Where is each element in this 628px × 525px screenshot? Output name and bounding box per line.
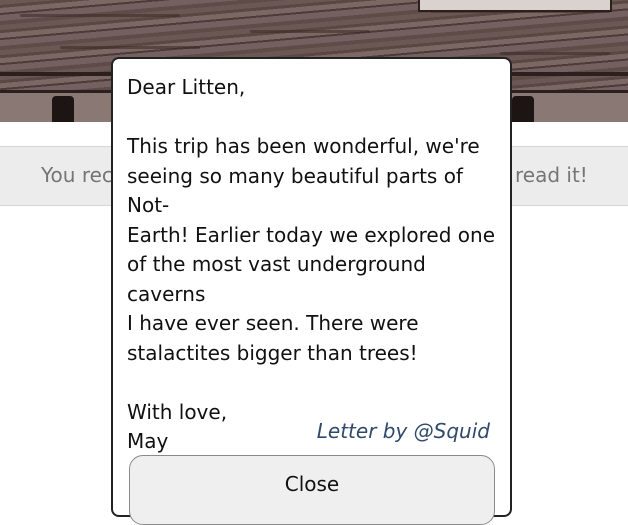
letter-body: Dear Litten, This trip has been wonderfu… [127, 73, 499, 457]
letter-greeting: Dear Litten, [127, 75, 246, 99]
wood-panel [418, 0, 612, 12]
letter-credit: Letter by @Squid [316, 419, 490, 443]
letter-line: stalactites bigger than trees! [127, 340, 418, 365]
letter-line: of the most vast underground caverns [127, 252, 426, 306]
notification-text-right: read it! [515, 163, 588, 187]
notification-text-left: You rec [41, 163, 113, 187]
close-button[interactable]: Close [129, 455, 495, 525]
wood-grain [20, 14, 180, 17]
letter-line: I have ever seen. There were [127, 311, 419, 335]
letter-line: Earth! Earlier today we explored one [127, 222, 495, 247]
wood-grain [250, 30, 370, 33]
wood-post [512, 96, 534, 122]
letter-line: This trip has been wonderful, we're [127, 134, 480, 158]
wood-post [52, 96, 74, 122]
wood-grain [500, 52, 610, 55]
wood-grain [60, 46, 200, 49]
letter-dialog: Dear Litten, This trip has been wonderfu… [111, 57, 512, 525]
letter-line: seeing so many beautiful parts of Not- [127, 163, 463, 218]
